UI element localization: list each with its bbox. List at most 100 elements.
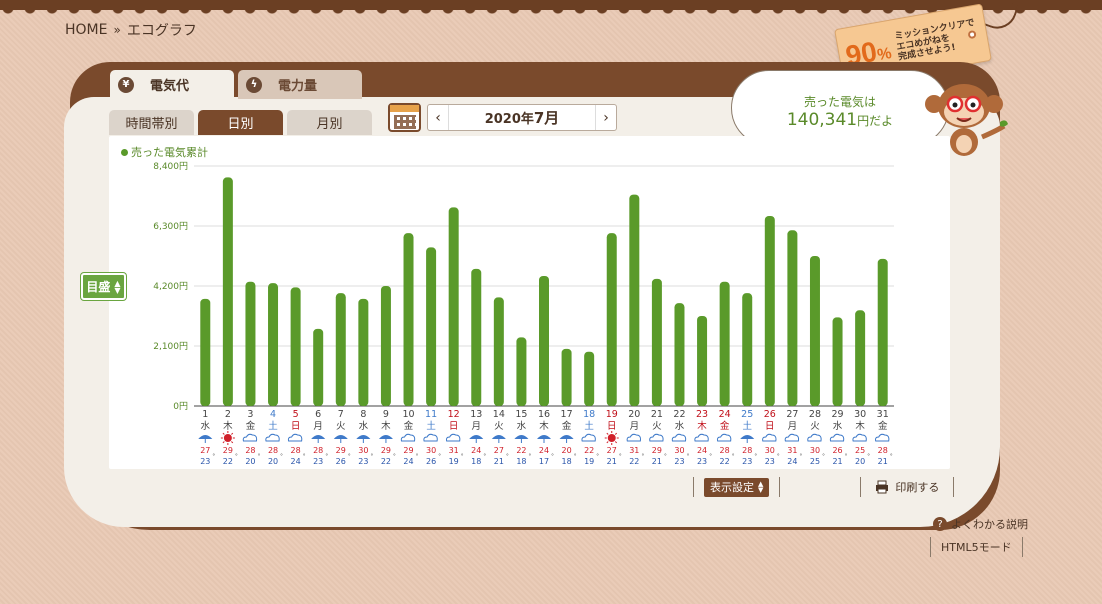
high-temp-label: 22: [516, 446, 526, 455]
weekday-label: 火: [336, 421, 346, 432]
low-temp-label: 23: [313, 457, 323, 466]
day-label: 4: [270, 409, 276, 420]
calendar-icon[interactable]: [388, 103, 421, 132]
tab-electricity-cost-label: 電気代: [150, 79, 190, 94]
cloud-icon: [649, 433, 664, 442]
high-temp-label: 27: [494, 446, 504, 455]
tab-electricity-cost[interactable]: ¥ 電気代: [110, 70, 234, 99]
high-temp-label: 29: [403, 446, 413, 455]
bar: [335, 293, 346, 406]
low-temp-label: 21: [878, 457, 888, 466]
y-tick-label: 6,300円: [153, 221, 188, 232]
temp-unit-label: °: [619, 453, 622, 460]
next-month-button[interactable]: ›: [596, 110, 616, 126]
day-label: 3: [247, 409, 253, 420]
temp-unit-label: °: [732, 453, 735, 460]
low-temp-label: 24: [787, 457, 797, 466]
bar: [268, 283, 279, 406]
weekday-label: 木: [381, 420, 391, 432]
temp-unit-label: °: [551, 453, 554, 460]
high-temp-label: 28: [268, 446, 278, 455]
low-temp-label: 20: [855, 457, 865, 466]
bar: [471, 268, 482, 406]
high-temp-label: 30: [810, 446, 820, 455]
bar: [426, 247, 437, 406]
weekday-label: 日: [607, 421, 617, 432]
high-temp-label: 31: [629, 446, 639, 455]
temp-unit-label: °: [235, 453, 238, 460]
temp-unit-label: °: [370, 453, 373, 460]
breadcrumb-separator: »: [113, 23, 121, 37]
tab-electricity-amount[interactable]: ϟ 電力量: [238, 70, 362, 99]
weekday-label: 木: [223, 420, 233, 432]
low-temp-label: 21: [607, 457, 617, 466]
temp-unit-label: °: [596, 453, 599, 460]
tab-electricity-amount-label: 電力量: [278, 79, 318, 94]
bar: [719, 281, 730, 406]
updown-arrow-icon: ▲ ▼: [758, 480, 764, 494]
bar: [380, 286, 391, 406]
temp-unit-label: °: [303, 453, 306, 460]
low-temp-label: 18: [561, 457, 571, 466]
day-label: 24: [719, 409, 731, 420]
cloud-icon: [445, 433, 461, 442]
cloud-icon: [694, 433, 709, 442]
temp-unit-label: °: [641, 453, 644, 460]
day-label: 7: [338, 409, 344, 420]
day-label: 6: [315, 409, 321, 420]
umbrella-icon: [198, 435, 213, 439]
sun-ray: [614, 441, 618, 444]
help-label: よくわかる説明: [951, 518, 1028, 531]
print-button[interactable]: 印刷する: [875, 479, 939, 495]
umbrella-icon: [378, 435, 393, 439]
tab-monthly[interactable]: 月別: [287, 110, 372, 135]
weekday-label: 金: [878, 420, 888, 432]
bar: [358, 298, 369, 406]
high-temp-label: 30: [426, 446, 436, 455]
day-label: 27: [786, 409, 798, 420]
day-label: 2: [225, 409, 231, 420]
low-temp-label: 18: [471, 457, 481, 466]
bar: [809, 256, 820, 406]
temp-unit-label: °: [574, 453, 577, 460]
yen-icon: ¥: [118, 76, 134, 93]
day-label: 25: [741, 409, 753, 420]
weekday-label: 金: [562, 420, 572, 432]
low-temp-label: 21: [832, 457, 842, 466]
html5-mode-link[interactable]: HTML5モード: [941, 539, 1012, 555]
umbrella-icon: [514, 435, 529, 439]
temp-unit-label: °: [348, 453, 351, 460]
bar: [787, 230, 798, 406]
bar: [651, 278, 662, 406]
bar: [245, 281, 256, 406]
temp-unit-label: °: [822, 453, 825, 460]
high-temp-label: 30: [358, 446, 368, 455]
low-temp-label: 21: [652, 457, 662, 466]
top-decorative-band: [0, 0, 1102, 14]
prev-month-button[interactable]: ‹: [428, 110, 448, 126]
day-label: 8: [360, 409, 366, 420]
bar: [742, 293, 753, 406]
scale-select-label: 目盛: [86, 280, 111, 294]
display-settings-button[interactable]: 表示設定 ▲ ▼: [704, 477, 770, 497]
weekday-label: 土: [742, 420, 752, 432]
tab-daily[interactable]: 日別: [198, 110, 283, 135]
weekday-label: 木: [697, 420, 707, 432]
divider: [779, 477, 781, 497]
day-label: 16: [538, 409, 550, 420]
sun-ray: [614, 432, 618, 435]
weekday-label: 水: [517, 420, 527, 432]
high-temp-label: 28: [742, 446, 752, 455]
umbrella-icon: [311, 435, 326, 439]
day-label: 19: [606, 409, 618, 420]
day-label: 15: [515, 409, 527, 420]
tab-hourly[interactable]: 時間帯別: [109, 110, 194, 135]
high-temp-label: 31: [787, 446, 797, 455]
low-temp-label: 23: [765, 457, 775, 466]
cloud-icon: [423, 433, 438, 442]
breadcrumb-home-link[interactable]: HOME: [65, 22, 107, 38]
temp-unit-label: °: [845, 453, 848, 460]
help-link[interactable]: ? よくわかる説明: [933, 516, 1028, 532]
temp-unit-label: °: [754, 453, 757, 460]
high-temp-label: 27: [200, 446, 210, 455]
